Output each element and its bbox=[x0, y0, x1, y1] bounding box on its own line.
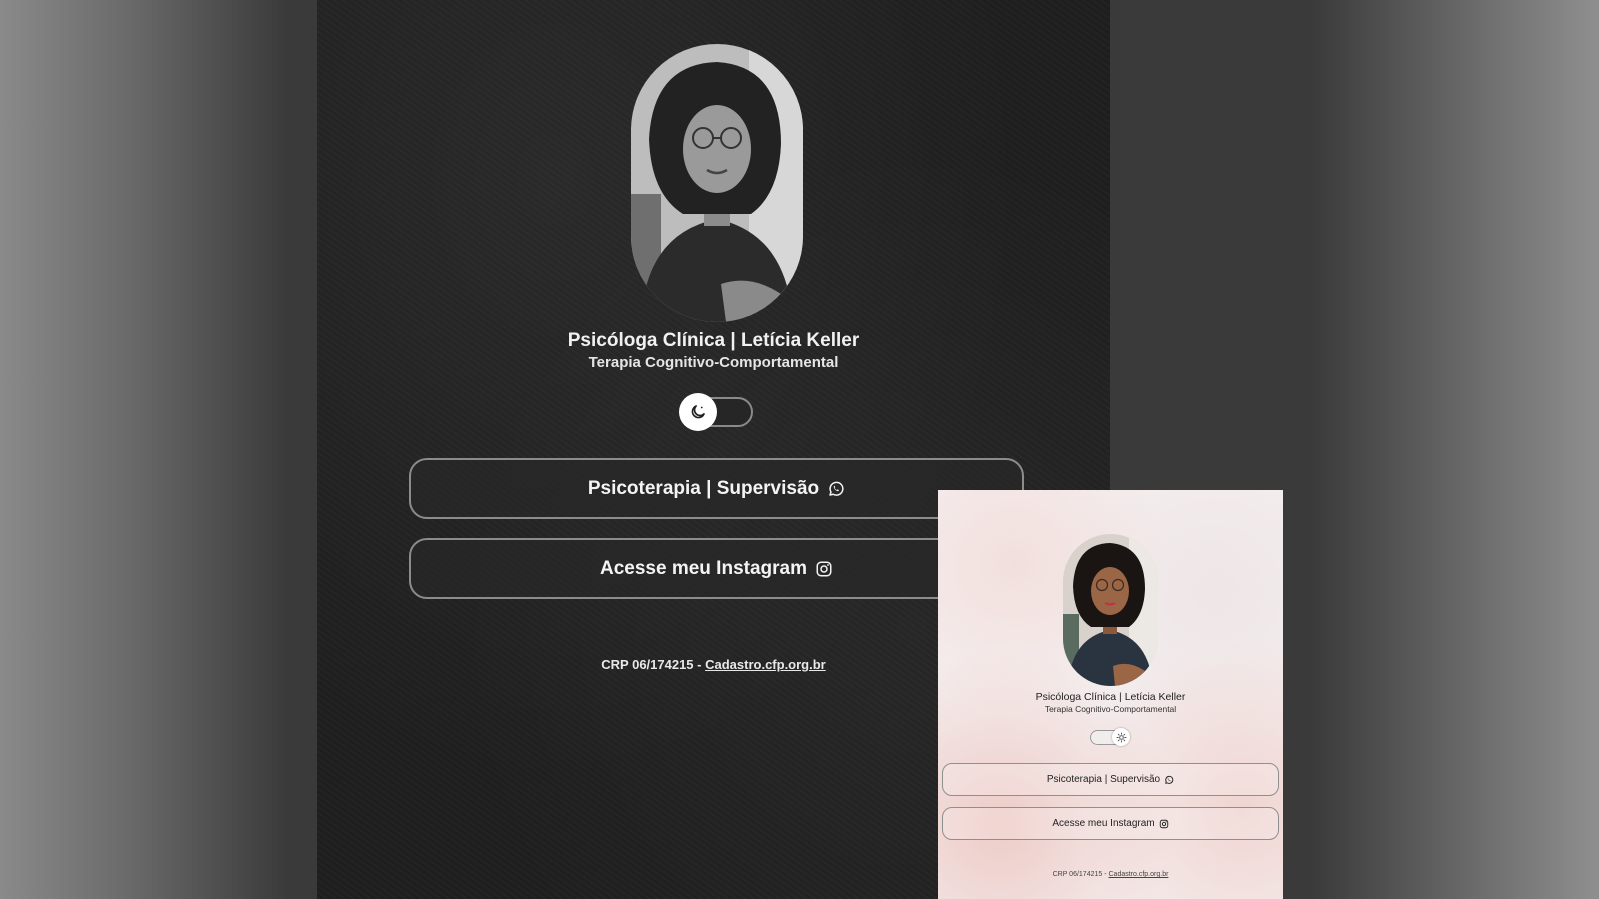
whatsapp-button[interactable]: Psicoterapia | Supervisão bbox=[942, 763, 1279, 796]
profile-title: Psicóloga Clínica | Letícia Keller bbox=[567, 330, 860, 351]
moon-icon bbox=[689, 403, 707, 421]
sun-icon bbox=[1115, 731, 1127, 743]
instagram-button-label: Acesse meu Instagram bbox=[600, 557, 807, 579]
theme-toggle[interactable] bbox=[679, 393, 753, 431]
profile-photo bbox=[1063, 534, 1158, 686]
theme-toggle[interactable] bbox=[1090, 728, 1130, 746]
instagram-button-label: Acesse meu Instagram bbox=[1052, 818, 1155, 829]
instagram-button[interactable]: Acesse meu Instagram bbox=[942, 807, 1279, 840]
theme-toggle-knob[interactable] bbox=[1112, 728, 1130, 746]
profile-subtitle: Terapia Cognitivo-Comportamental bbox=[1044, 704, 1177, 714]
light-theme-preview: Psicóloga Clínica | Letícia Keller Terap… bbox=[938, 490, 1283, 899]
profile-title: Psicóloga Clínica | Letícia Keller bbox=[1035, 691, 1186, 703]
registration-number: CRP 06/174215 - bbox=[1052, 871, 1109, 878]
whatsapp-icon bbox=[827, 480, 845, 498]
profile-subtitle: Terapia Cognitivo-Comportamental bbox=[588, 354, 839, 371]
whatsapp-button-label: Psicoterapia | Supervisão bbox=[587, 477, 820, 499]
registration-link[interactable]: Cadastro.cfp.org.br bbox=[705, 657, 826, 672]
theme-toggle-knob[interactable] bbox=[679, 393, 717, 431]
whatsapp-button-label: Psicoterapia | Supervisão bbox=[1046, 774, 1161, 785]
registration-number: CRP 06/174215 - bbox=[601, 657, 706, 672]
instagram-icon bbox=[815, 560, 833, 578]
instagram-button[interactable]: Acesse meu Instagram bbox=[409, 538, 1024, 599]
profile-photo bbox=[631, 44, 803, 322]
instagram-icon bbox=[1159, 819, 1169, 829]
registration-link[interactable]: Cadastro.cfp.org.br bbox=[1109, 871, 1169, 878]
whatsapp-button[interactable]: Psicoterapia | Supervisão bbox=[409, 458, 1024, 519]
whatsapp-icon bbox=[1164, 775, 1174, 785]
registration-footer: CRP 06/174215 - Cadastro.cfp.org.br bbox=[938, 871, 1283, 878]
